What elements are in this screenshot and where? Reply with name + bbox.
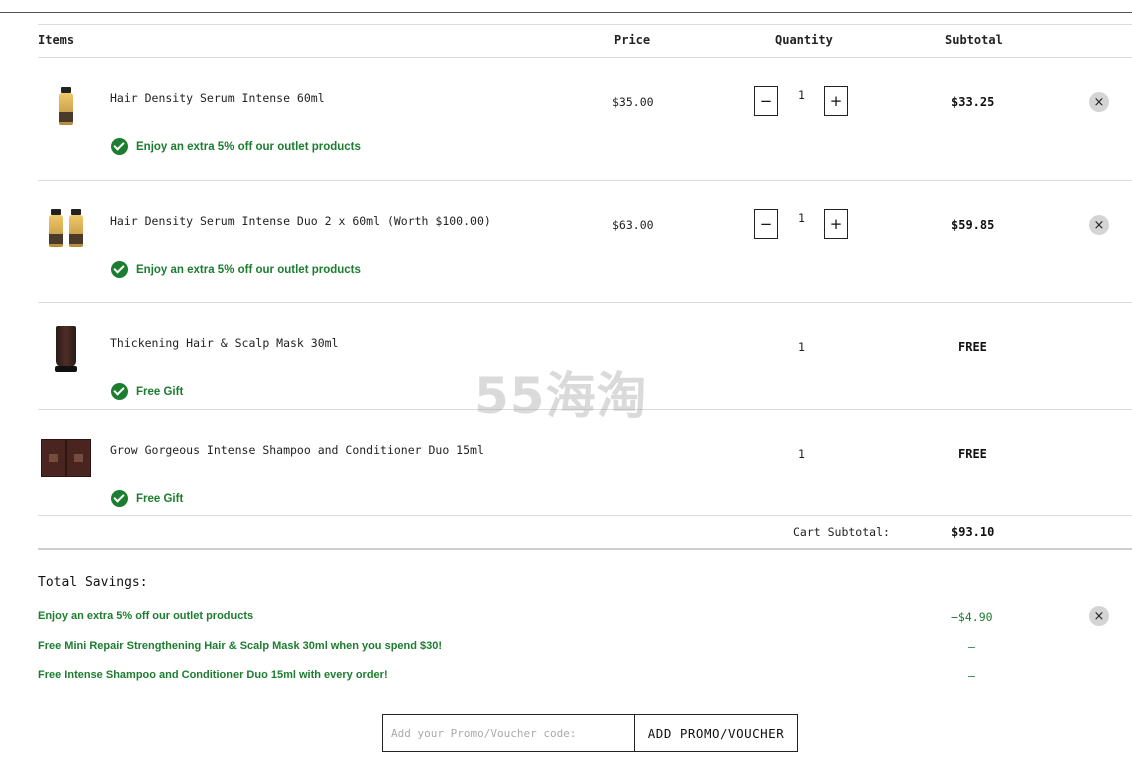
- item-promo: Enjoy an extra 5% off our outlet product…: [111, 261, 361, 278]
- item-name[interactable]: Thickening Hair & Scalp Mask 30ml: [110, 336, 338, 350]
- quantity-value[interactable]: 1: [798, 88, 805, 102]
- item-subtotal: $33.25: [951, 95, 995, 109]
- product-image-serum[interactable]: [44, 80, 89, 130]
- item-name[interactable]: Grow Gorgeous Intense Shampoo and Condit…: [110, 443, 484, 457]
- quantity-value: 1: [798, 447, 805, 461]
- savings-line-label: Free Mini Repair Strengthening Hair & Sc…: [38, 640, 443, 652]
- remove-item-button[interactable]: ×: [1089, 215, 1109, 235]
- item-name[interactable]: Hair Density Serum Intense 60ml: [110, 91, 325, 105]
- item-promo-label: Free Gift: [136, 492, 184, 505]
- item-name[interactable]: Hair Density Serum Intense Duo 2 x 60ml …: [110, 214, 491, 228]
- item-promo-label: Free Gift: [136, 385, 184, 398]
- savings-title: Total Savings:: [38, 575, 148, 590]
- product-image-sachet-duo[interactable]: [41, 437, 91, 479]
- savings-line-label: Enjoy an extra 5% off our outlet product…: [38, 610, 254, 622]
- row-divider: [38, 302, 1132, 303]
- quantity-decrease-button[interactable]: −: [754, 209, 778, 239]
- savings-line-amount: –: [968, 669, 975, 683]
- item-subtotal: FREE: [958, 447, 987, 461]
- quantity-value[interactable]: 1: [798, 211, 805, 225]
- col-header-quantity: Quantity: [775, 33, 833, 47]
- row-divider: [38, 515, 1132, 516]
- remove-item-button[interactable]: ×: [1089, 92, 1109, 112]
- check-circle-icon: [111, 261, 128, 278]
- quantity-increase-button[interactable]: +: [824, 209, 848, 239]
- item-promo-label: Enjoy an extra 5% off our outlet product…: [136, 263, 361, 276]
- quantity-decrease-button[interactable]: −: [754, 86, 778, 116]
- item-promo: Enjoy an extra 5% off our outlet product…: [111, 138, 361, 155]
- item-subtotal: $59.85: [951, 218, 995, 232]
- item-promo: Free Gift: [111, 383, 183, 400]
- col-header-subtotal: Subtotal: [945, 33, 1003, 47]
- cart-subtotal-label: Cart Subtotal:: [793, 525, 890, 539]
- quantity-increase-button[interactable]: +: [824, 86, 848, 116]
- watermark-logo: 55海淘: [474, 367, 648, 425]
- header-top-divider: [38, 24, 1132, 25]
- quantity-value: 1: [798, 340, 805, 354]
- promo-code-input[interactable]: [382, 714, 635, 752]
- item-price: $35.00: [612, 95, 654, 109]
- item-promo: Free Gift: [111, 490, 183, 507]
- savings-line-label: Free Intense Shampoo and Conditioner Duo…: [38, 669, 388, 681]
- item-subtotal: FREE: [958, 340, 987, 354]
- product-image-serum-duo[interactable]: [44, 203, 89, 253]
- col-header-items: Items: [38, 33, 75, 47]
- check-circle-icon: [111, 490, 128, 507]
- row-divider: [38, 180, 1132, 181]
- cart-subtotal-value: $93.10: [951, 525, 995, 539]
- product-image-mask-tube[interactable]: [44, 323, 89, 375]
- top-divider: [0, 12, 1132, 13]
- remove-discount-button[interactable]: ×: [1089, 606, 1109, 626]
- item-price: $63.00: [612, 218, 654, 232]
- header-bottom-divider: [38, 57, 1132, 58]
- savings-line-amount: –: [968, 640, 975, 654]
- add-promo-button[interactable]: ADD PROMO/VOUCHER: [634, 714, 798, 752]
- check-circle-icon: [111, 383, 128, 400]
- col-header-price: Price: [614, 33, 651, 47]
- check-circle-icon: [111, 138, 128, 155]
- subtotal-divider: [38, 548, 1132, 550]
- savings-line-amount: −$4.90: [951, 610, 993, 624]
- item-promo-label: Enjoy an extra 5% off our outlet product…: [136, 140, 361, 153]
